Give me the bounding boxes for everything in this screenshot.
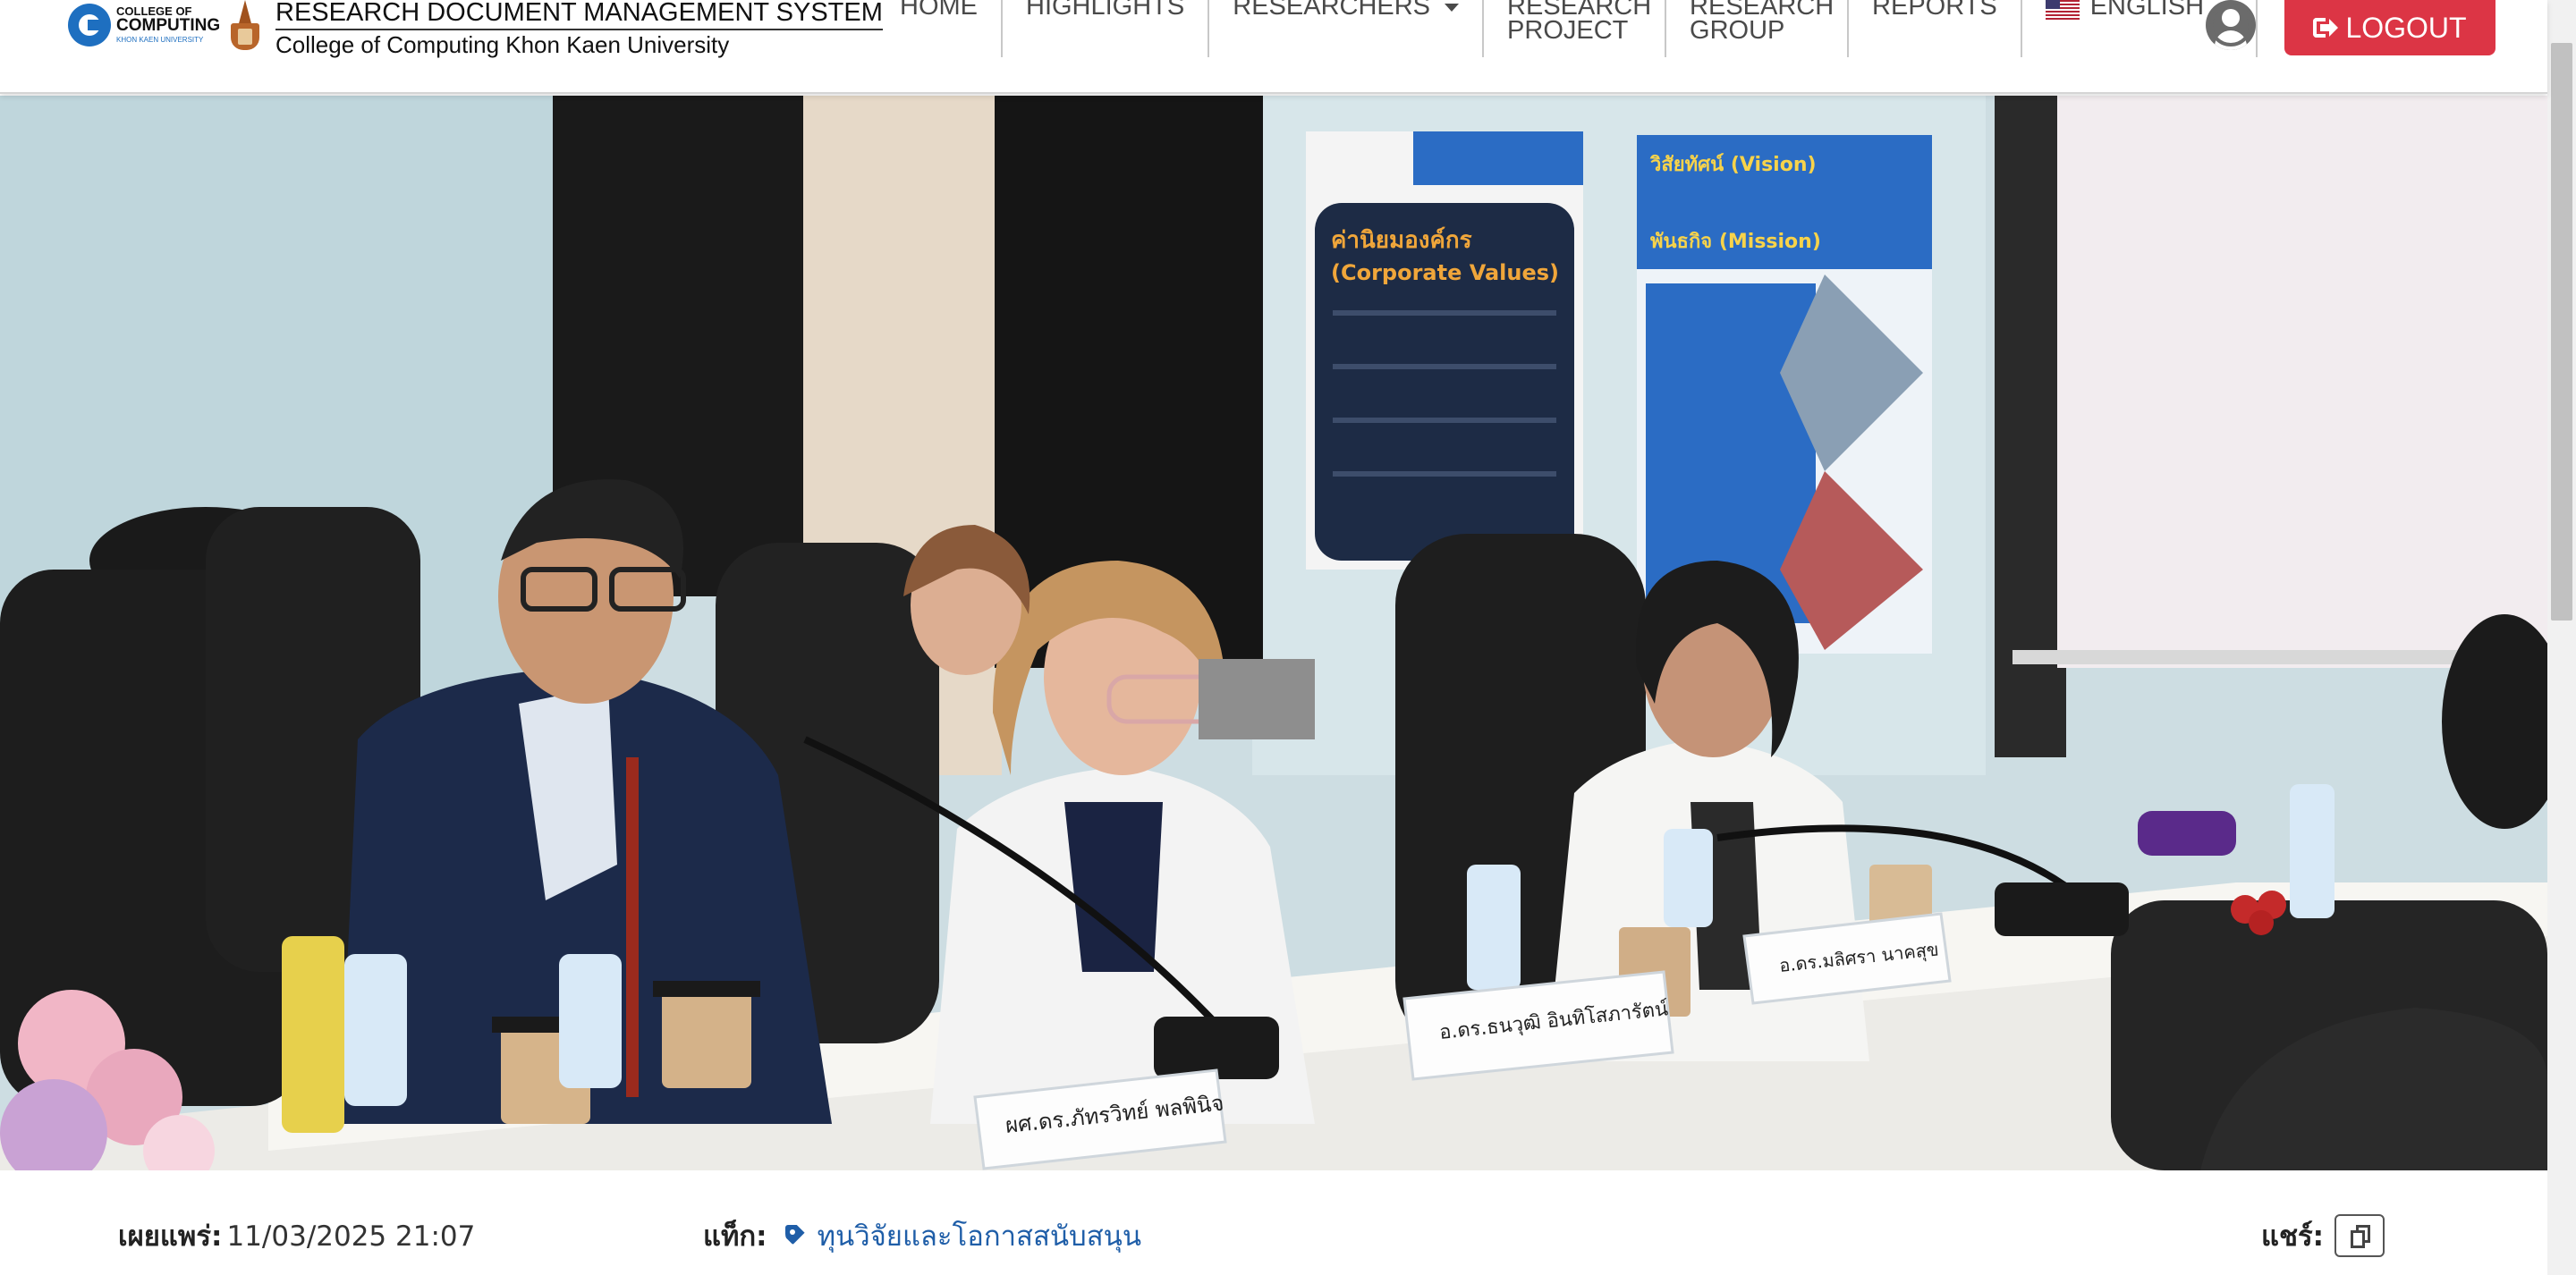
share-label: แชร์:: [2261, 1220, 2325, 1253]
copy-link-button[interactable]: [2334, 1214, 2385, 1257]
main-nav: HOME HIGHLIGHTS RESEARCHERS RESEARCH PRO…: [877, 0, 2258, 63]
nav-researchers-dropdown[interactable]: RESEARCHERS: [1209, 0, 1485, 57]
user-avatar-icon[interactable]: [2206, 0, 2256, 50]
site-subtitle: College of Computing Khon Kaen Universit…: [275, 31, 730, 58]
nav-research-project-label: RESEARCH PROJECT: [1507, 0, 1652, 45]
meeting-photo: ค่านิยมองค์กร (Corporate Values) วิสัยทั…: [0, 96, 2547, 1170]
site-title[interactable]: RESEARCH DOCUMENT MANAGEMENT SYSTEM: [275, 0, 883, 30]
nav-research-project[interactable]: RESEARCH PROJECT: [1484, 0, 1667, 57]
logout-label: LOGOUT: [2345, 11, 2467, 44]
coc-mark-icon: [68, 4, 111, 46]
nav-highlights-label: HIGHLIGHTS: [1026, 0, 1185, 21]
tag-icon: [784, 1223, 809, 1248]
article-meta: เผยแพร่: 11/03/2025 21:07 แท็ก: ทุนวิจัย…: [0, 1170, 2547, 1275]
tag-link[interactable]: ทุนวิจัยและโอกาสสนับสนุน: [784, 1213, 1141, 1258]
published-info: เผยแพร่: 11/03/2025 21:07: [118, 1213, 475, 1258]
site-titles: RESEARCH DOCUMENT MANAGEMENT SYSTEM Coll…: [275, 0, 883, 59]
tags-label: แท็ก:: [703, 1220, 767, 1253]
nav-researchers-label: RESEARCHERS: [1233, 0, 1431, 21]
share-info: แชร์:: [2261, 1213, 2385, 1258]
nav-home[interactable]: HOME: [877, 0, 1003, 57]
us-flag-icon: [2045, 0, 2080, 20]
hero-image: ค่านิยมองค์กร (Corporate Values) วิสัยทั…: [0, 96, 2547, 1170]
poster-right-subtitle: พันธกิจ (Mission): [1650, 231, 1821, 253]
coc-logo-line3: KHON KAEN UNIVERSITY: [116, 36, 204, 44]
nav-reports-label: REPORTS: [1872, 0, 1997, 21]
poster-right-title: วิสัยทัศน์ (Vision): [1649, 153, 1816, 176]
page-scrollbar[interactable]: [2547, 0, 2576, 1275]
caret-down-icon: [1445, 4, 1460, 12]
published-label: เผยแพร่:: [118, 1220, 223, 1253]
language-label: ENGLISH: [2089, 0, 2205, 21]
nav-research-group-label: RESEARCH GROUP: [1690, 0, 1835, 45]
published-date: 11/03/2025 21:07: [226, 1220, 476, 1253]
tags-info: แท็ก: ทุนวิจัยและโอกาสสนับสนุน: [703, 1213, 1141, 1258]
coc-logo-text: COLLEGE OF COMPUTING: [116, 5, 221, 35]
nav-research-group[interactable]: RESEARCH GROUP: [1666, 0, 1850, 57]
tag-text: ทุนวิจัยและโอกาสสนับสนุน: [817, 1220, 1142, 1253]
scrollbar-thumb[interactable]: [2551, 43, 2572, 621]
poster-left-title: ค่านิยมองค์กร: [1331, 226, 1472, 254]
sign-out-icon: [2313, 16, 2339, 39]
nav-home-label: HOME: [900, 0, 978, 21]
nav-highlights[interactable]: HIGHLIGHTS: [1003, 0, 1210, 57]
college-of-computing-logo: COLLEGE OF COMPUTING KHON KAEN UNIVERSIT…: [68, 0, 220, 48]
brand[interactable]: COLLEGE OF COMPUTING KHON KAEN UNIVERSIT…: [68, 0, 883, 59]
coc-logo-line2: COMPUTING: [116, 16, 221, 35]
kku-seal-icon: [227, 0, 263, 52]
poster-left-subtitle: (Corporate Values): [1331, 260, 1559, 285]
site-header: COLLEGE OF COMPUTING KHON KAEN UNIVERSIT…: [0, 0, 2547, 94]
logout-button[interactable]: LOGOUT: [2284, 0, 2496, 55]
nav-reports[interactable]: REPORTS: [1849, 0, 2022, 57]
